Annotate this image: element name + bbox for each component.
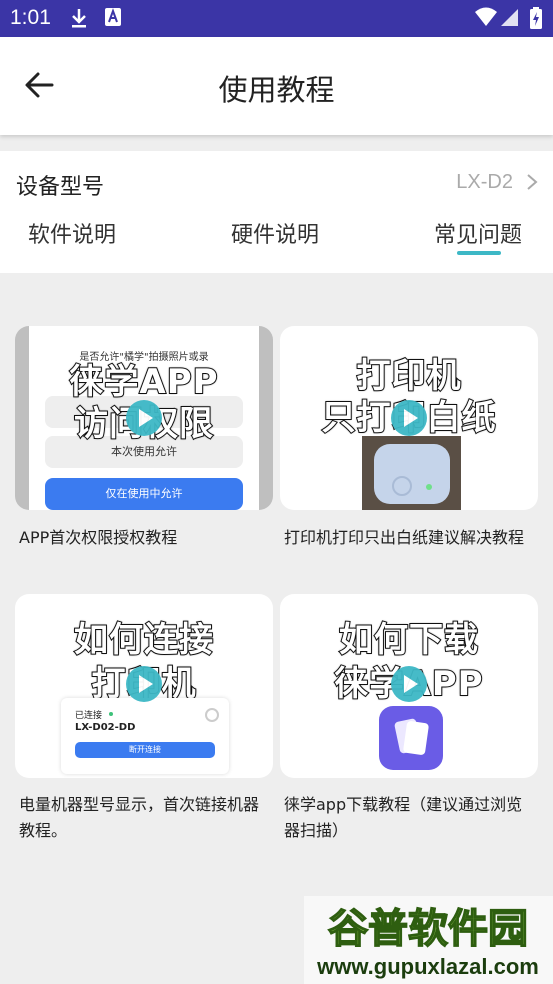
device-model-label: 设备型号 [16, 175, 105, 200]
device-panel: 设备型号 LX-D2 软件说明 硬件说明 常见问题 [0, 151, 553, 273]
tab-hardware[interactable]: 硬件说明 [231, 217, 319, 249]
play-icon[interactable] [391, 666, 427, 702]
tab-faq[interactable]: 常见问题 [434, 217, 522, 249]
video-caption[interactable]: 电量机器型号显示，首次链接机器教程。 [19, 792, 269, 844]
play-icon[interactable] [126, 400, 162, 436]
status-bar: 1:01 [0, 0, 553, 37]
connected-label: 已连接 [75, 711, 103, 721]
thumb-title-line1: 如何下载 [338, 619, 479, 661]
chevron-right-icon[interactable] [525, 172, 539, 192]
site-watermark-logo: 谷普软件园 www.gupuxlazal.com [304, 896, 553, 984]
video-caption[interactable]: APP首次权限授权教程 [19, 525, 269, 551]
disconnect-thumb-button: 断开连接 [75, 742, 215, 758]
connection-card-thumbnail: 已连接 LX-D02-DD 断开连接 [61, 698, 229, 774]
play-icon[interactable] [391, 400, 427, 436]
printer-led [426, 484, 432, 490]
battery-charging-icon [530, 7, 542, 29]
tab-indicator [457, 251, 501, 255]
video-card-blank-paper[interactable]: 打印机 只打印白纸 [280, 326, 538, 510]
signal-icon [501, 9, 518, 26]
printer-button [392, 476, 412, 496]
watermark-text: 谷普软件园 [328, 906, 528, 952]
app-bar: 使用教程 [0, 37, 553, 135]
video-card-permissions[interactable]: 是否允许"橘学"拍摄照片或录 本次使用允许 仅在使用中允许 徕学APP 访问权限 [15, 326, 273, 510]
connected-dot [109, 712, 113, 716]
connected-device: LX-D02-DD [75, 722, 136, 733]
page-title: 使用教程 [218, 73, 335, 107]
video-card-download[interactable]: 如何下载 徕学APP [280, 594, 538, 778]
video-card-connect[interactable]: 如何连接 打印机 已连接 LX-D02-DD 断开连接 [15, 594, 273, 778]
status-time: 1:01 [10, 6, 51, 29]
settings-icon [205, 708, 219, 722]
app-logo-icon [379, 706, 443, 770]
watermark-url: www.gupuxlazal.com [316, 954, 539, 979]
thumb-allow-in-use: 仅在使用中允许 [45, 478, 243, 510]
app-notification-icon [105, 8, 121, 26]
tab-software[interactable]: 软件说明 [28, 217, 116, 249]
thumb-title-line1: 如何连接 [73, 619, 214, 661]
play-icon[interactable] [126, 666, 162, 702]
printer-photo [362, 436, 461, 510]
wifi-icon [475, 7, 497, 26]
video-caption[interactable]: 徕学app下载教程（建议通过浏览器扫描） [284, 792, 534, 844]
download-icon [72, 9, 86, 28]
device-model-value[interactable]: LX-D2 [456, 171, 513, 194]
printer-body [374, 444, 450, 504]
video-caption[interactable]: 打印机打印只出白纸建议解决教程 [284, 525, 534, 551]
